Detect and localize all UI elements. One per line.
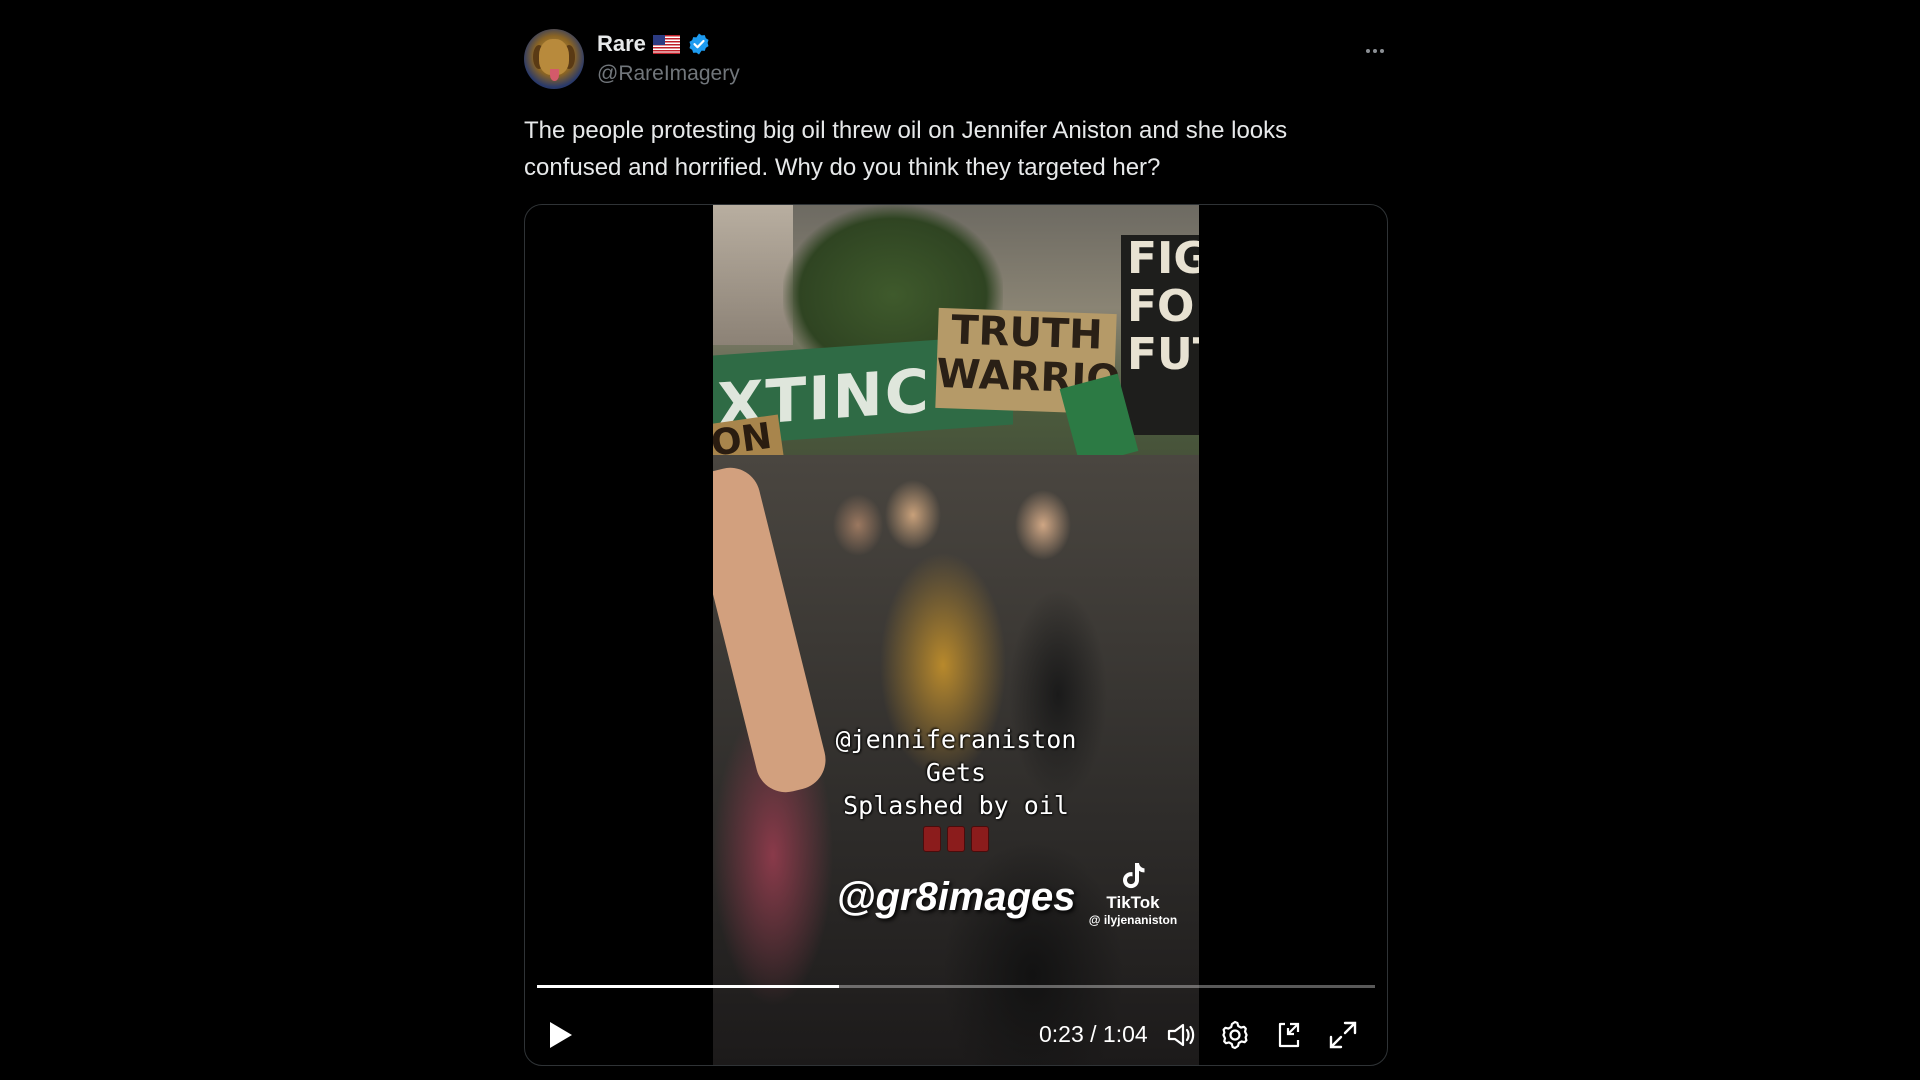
tiktok-label: TikTok <box>1106 893 1160 912</box>
volume-icon[interactable] <box>1165 1019 1197 1051</box>
fullscreen-icon[interactable] <box>1327 1019 1359 1051</box>
video-progress-bar[interactable] <box>537 985 1375 988</box>
oil-barrel-emojis <box>713 826 1199 852</box>
more-dot <box>1366 49 1370 53</box>
author-name-row: Rare <box>597 30 711 58</box>
more-options-icon[interactable] <box>1360 36 1390 66</box>
avatar-tongue <box>550 69 559 81</box>
oil-barrel-icon <box>947 826 965 852</box>
settings-gear-icon[interactable] <box>1219 1019 1251 1051</box>
video-sign-fight: FIGH FO FUT <box>1121 235 1199 435</box>
tweet: Rare @RareImagery The people protesting … <box>524 0 1390 1080</box>
tweet-header: Rare @RareImagery <box>524 28 1390 92</box>
more-dot <box>1380 49 1384 53</box>
picture-in-picture-icon[interactable] <box>1273 1019 1305 1051</box>
video-progress-fill <box>537 985 839 988</box>
tiktok-watermark: TikTok @ ilyjenaniston <box>1073 859 1193 927</box>
tweet-text: The people protesting big oil threw oil … <box>524 117 1288 181</box>
play-icon[interactable] <box>545 1019 575 1051</box>
author-display-name[interactable]: Rare <box>597 31 646 57</box>
oil-barrel-icon <box>923 826 941 852</box>
author-avatar[interactable] <box>524 29 584 89</box>
tiktok-handle: @ ilyjenaniston <box>1088 913 1178 927</box>
video-caption-line3: Splashed by oil <box>843 791 1069 820</box>
tiktok-logo-icon <box>1123 863 1145 889</box>
more-dot <box>1373 49 1377 53</box>
video-caption-line2: Gets <box>925 758 987 787</box>
video-time-display: 0:23 / 1:04 <box>1039 1021 1148 1047</box>
verified-badge-icon[interactable] <box>687 32 711 56</box>
video-frame[interactable]: XTINC TRUTH WARRIO FIGH FO FUT ON @jenni… <box>713 205 1199 1065</box>
video-building <box>713 205 793 345</box>
us-flag-icon <box>652 34 680 54</box>
video-caption: @jenniferaniston Gets Splashed by oil <box>713 723 1199 852</box>
video-controls: 0:23 / 1:04 <box>525 1013 1387 1057</box>
video-player[interactable]: XTINC TRUTH WARRIO FIGH FO FUT ON @jenni… <box>524 204 1388 1066</box>
author-handle[interactable]: @RareImagery <box>597 62 740 86</box>
video-caption-line1: @jenniferaniston <box>835 725 1077 754</box>
video-sign-fight-text: FIGH FO FUT <box>1127 233 1199 380</box>
oil-barrel-icon <box>971 826 989 852</box>
